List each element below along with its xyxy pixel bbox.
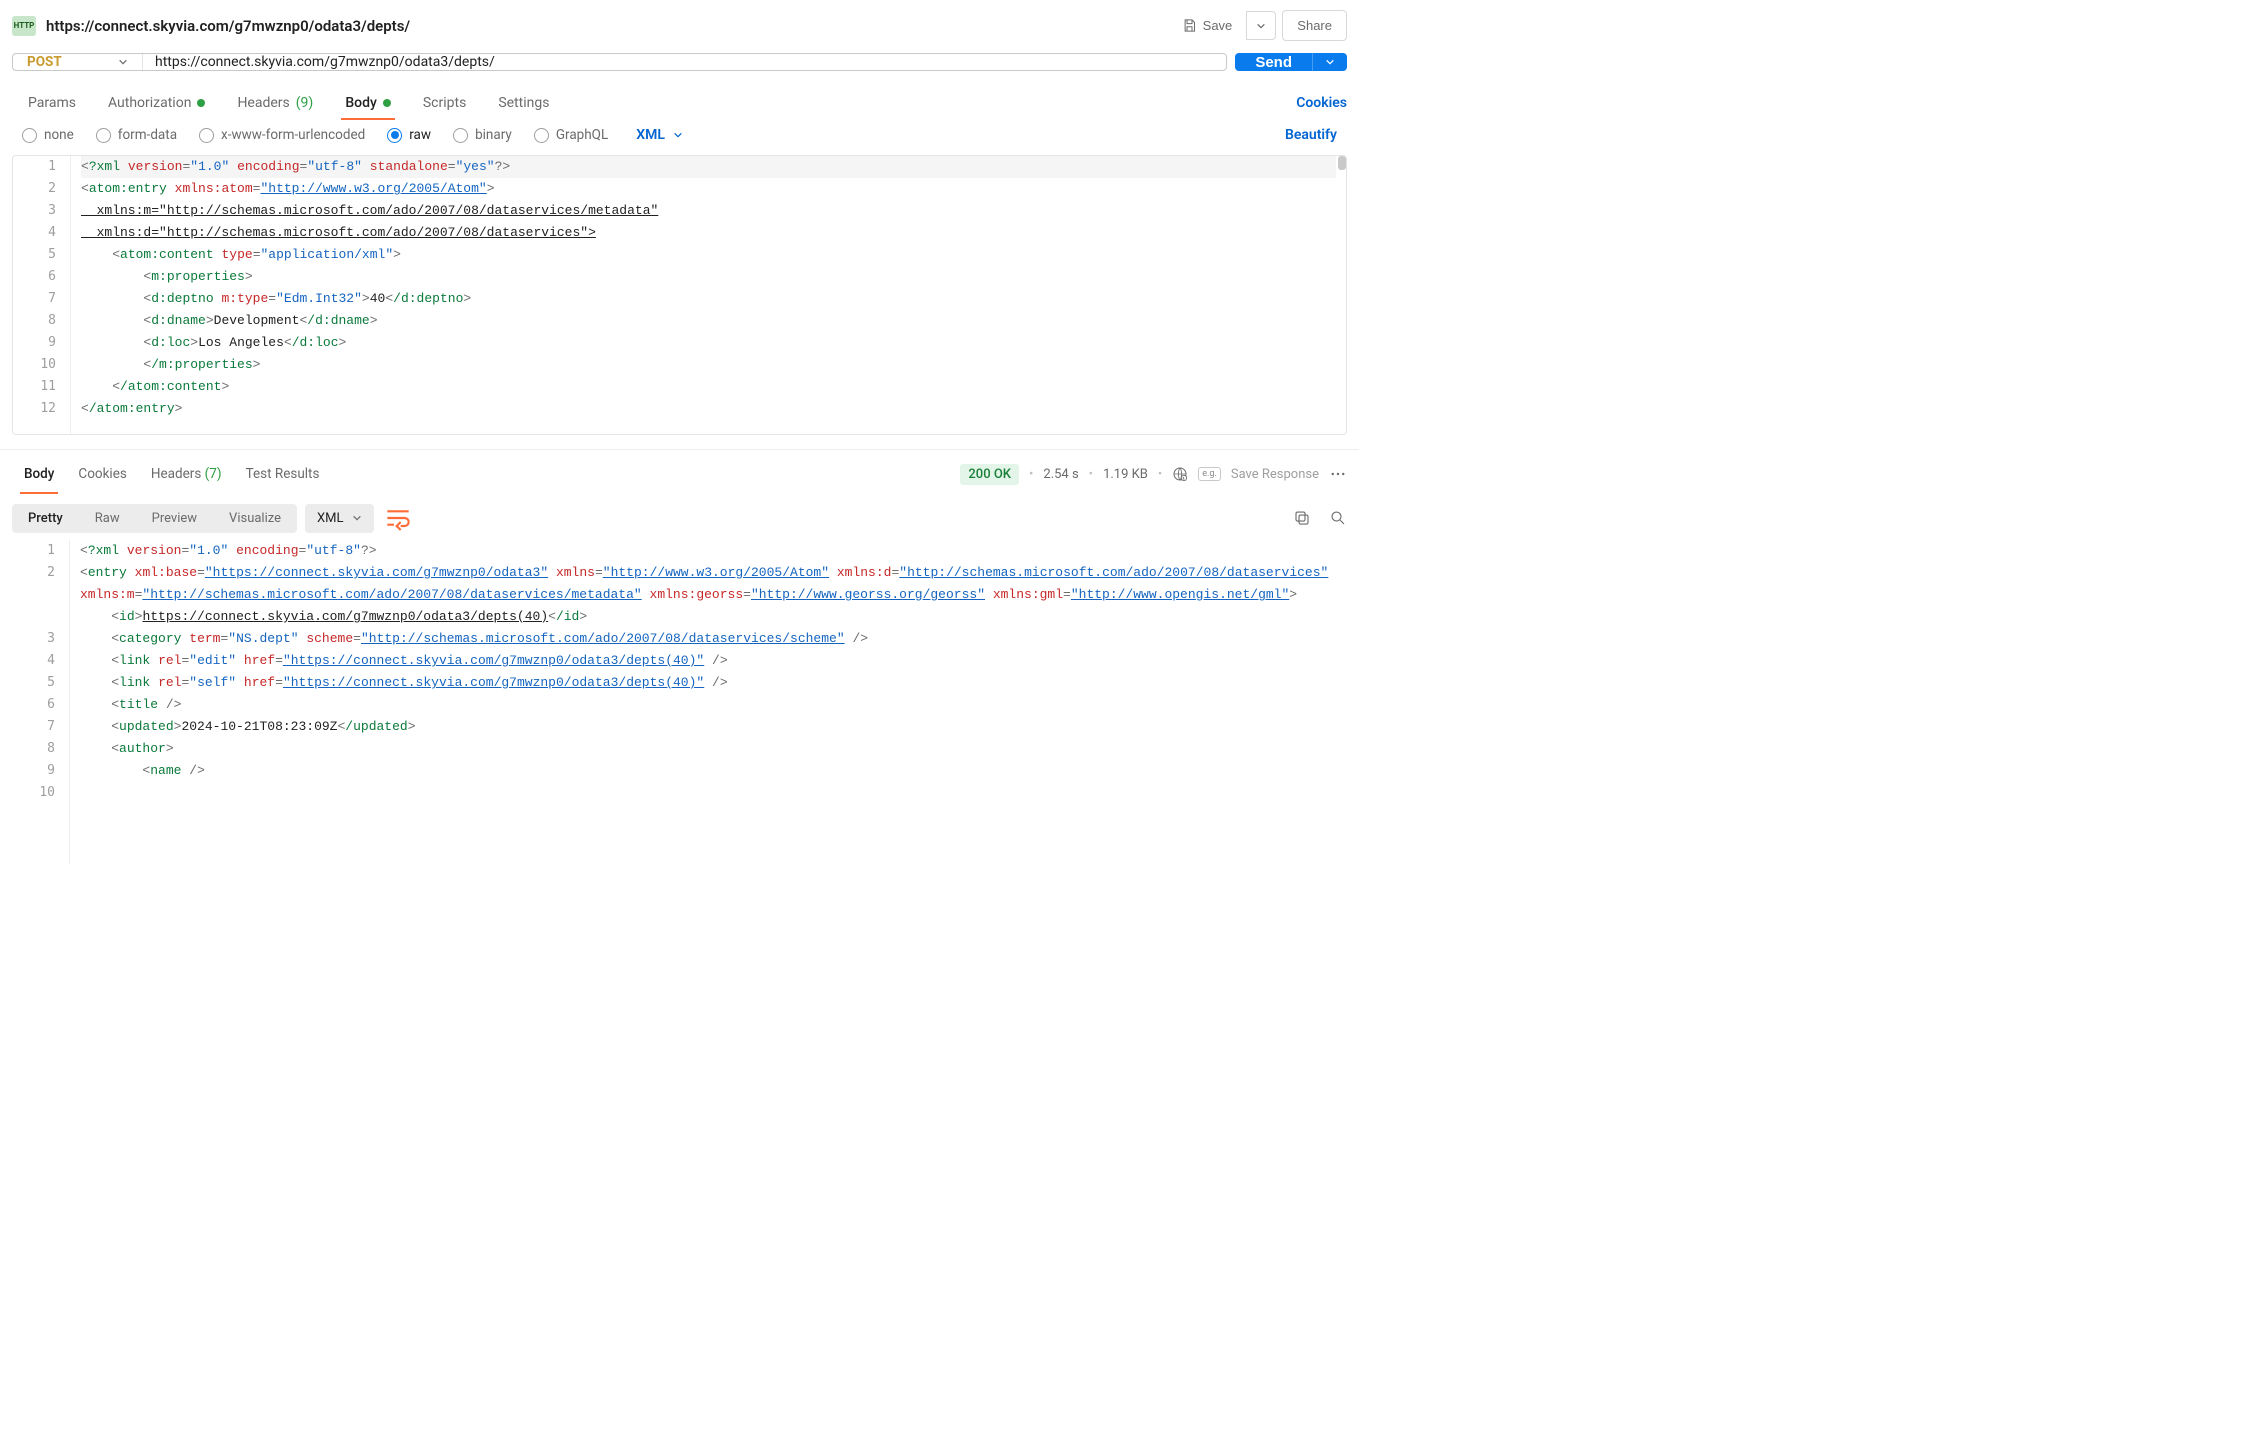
chevron-down-icon: [673, 130, 683, 140]
response-header: Body Cookies Headers (7) Test Results 20…: [0, 449, 1359, 488]
response-format-select[interactable]: XML: [305, 504, 374, 533]
response-tab-cookies[interactable]: Cookies: [66, 460, 138, 488]
save-dropdown[interactable]: [1246, 11, 1276, 40]
request-tabs: Params Authorization Headers (9) Body Sc…: [0, 87, 1359, 119]
chevron-down-icon: [1325, 57, 1335, 67]
body-binary-radio[interactable]: binary: [453, 127, 512, 143]
save-icon: [1182, 18, 1197, 33]
tab-scripts[interactable]: Scripts: [407, 87, 482, 119]
method-label: POST: [27, 54, 62, 70]
example-badge-icon: e.g.: [1198, 467, 1221, 481]
response-tab-testresults[interactable]: Test Results: [234, 460, 332, 488]
share-button[interactable]: Share: [1282, 10, 1347, 41]
line-gutter: 123456789101112: [13, 156, 71, 434]
response-time: 2.54 s: [1043, 467, 1078, 482]
body-none-radio[interactable]: none: [22, 127, 74, 143]
view-preview[interactable]: Preview: [136, 504, 213, 533]
network-icon[interactable]: [1172, 466, 1188, 482]
chevron-down-icon: [352, 513, 362, 523]
view-raw[interactable]: Raw: [79, 504, 136, 533]
copy-icon[interactable]: [1293, 509, 1311, 527]
response-size: 1.19 KB: [1103, 467, 1148, 482]
tab-authorization[interactable]: Authorization: [92, 87, 221, 119]
body-lang-select[interactable]: XML: [636, 127, 683, 143]
wrap-lines-button[interactable]: [382, 502, 414, 534]
http-method-icon: HTTP: [12, 16, 36, 36]
chevron-down-icon: [1256, 21, 1266, 31]
body-xwww-radio[interactable]: x-www-form-urlencoded: [199, 127, 365, 143]
response-tab-headers[interactable]: Headers (7): [139, 460, 234, 488]
status-badge: 200 OK: [960, 464, 1019, 485]
scrollbar-thumb[interactable]: [1338, 156, 1346, 170]
cookies-link[interactable]: Cookies: [1296, 95, 1347, 111]
save-response-button[interactable]: Save Response: [1231, 467, 1319, 482]
response-body-viewer[interactable]: 12 345678910 <?xml version="1.0" encodin…: [12, 540, 1347, 864]
body-type-row: none form-data x-www-form-urlencoded raw…: [0, 119, 1359, 143]
tab-header: HTTP https://connect.skyvia.com/g7mwznp0…: [0, 0, 1359, 49]
send-dropdown[interactable]: [1312, 53, 1347, 71]
save-button[interactable]: Save: [1168, 11, 1247, 40]
wrap-icon: [382, 502, 414, 534]
body-formdata-radio[interactable]: form-data: [96, 127, 177, 143]
response-tab-body[interactable]: Body: [12, 460, 66, 488]
more-actions-icon[interactable]: [1329, 465, 1347, 483]
status-dot-icon: [383, 99, 391, 107]
status-dot-icon: [197, 99, 205, 107]
request-code[interactable]: <?xml version="1.0" encoding="utf-8" sta…: [71, 156, 1346, 434]
tab-params[interactable]: Params: [12, 87, 92, 119]
body-raw-radio[interactable]: raw: [387, 127, 431, 143]
view-pretty[interactable]: Pretty: [12, 504, 79, 533]
beautify-link[interactable]: Beautify: [1285, 127, 1337, 143]
line-gutter: 12 345678910: [12, 540, 70, 864]
request-bar: POST https://connect.skyvia.com/g7mwznp0…: [0, 49, 1359, 73]
tab-body[interactable]: Body: [329, 87, 407, 119]
tab-headers[interactable]: Headers (9): [221, 87, 329, 119]
response-code[interactable]: <?xml version="1.0" encoding="utf-8"?><e…: [70, 540, 1347, 864]
response-view-bar: Pretty Raw Preview Visualize XML: [0, 488, 1359, 534]
view-visualize[interactable]: Visualize: [213, 504, 297, 533]
body-graphql-radio[interactable]: GraphQL: [534, 127, 608, 143]
send-button[interactable]: Send: [1235, 53, 1312, 71]
method-select[interactable]: POST: [13, 54, 143, 70]
tab-settings[interactable]: Settings: [482, 87, 565, 119]
request-title: https://connect.skyvia.com/g7mwznp0/odat…: [46, 17, 1168, 35]
search-icon[interactable]: [1329, 509, 1347, 527]
chevron-down-icon: [118, 57, 128, 67]
request-body-editor[interactable]: 123456789101112 <?xml version="1.0" enco…: [12, 155, 1347, 435]
url-input[interactable]: https://connect.skyvia.com/g7mwznp0/odat…: [143, 54, 1226, 70]
